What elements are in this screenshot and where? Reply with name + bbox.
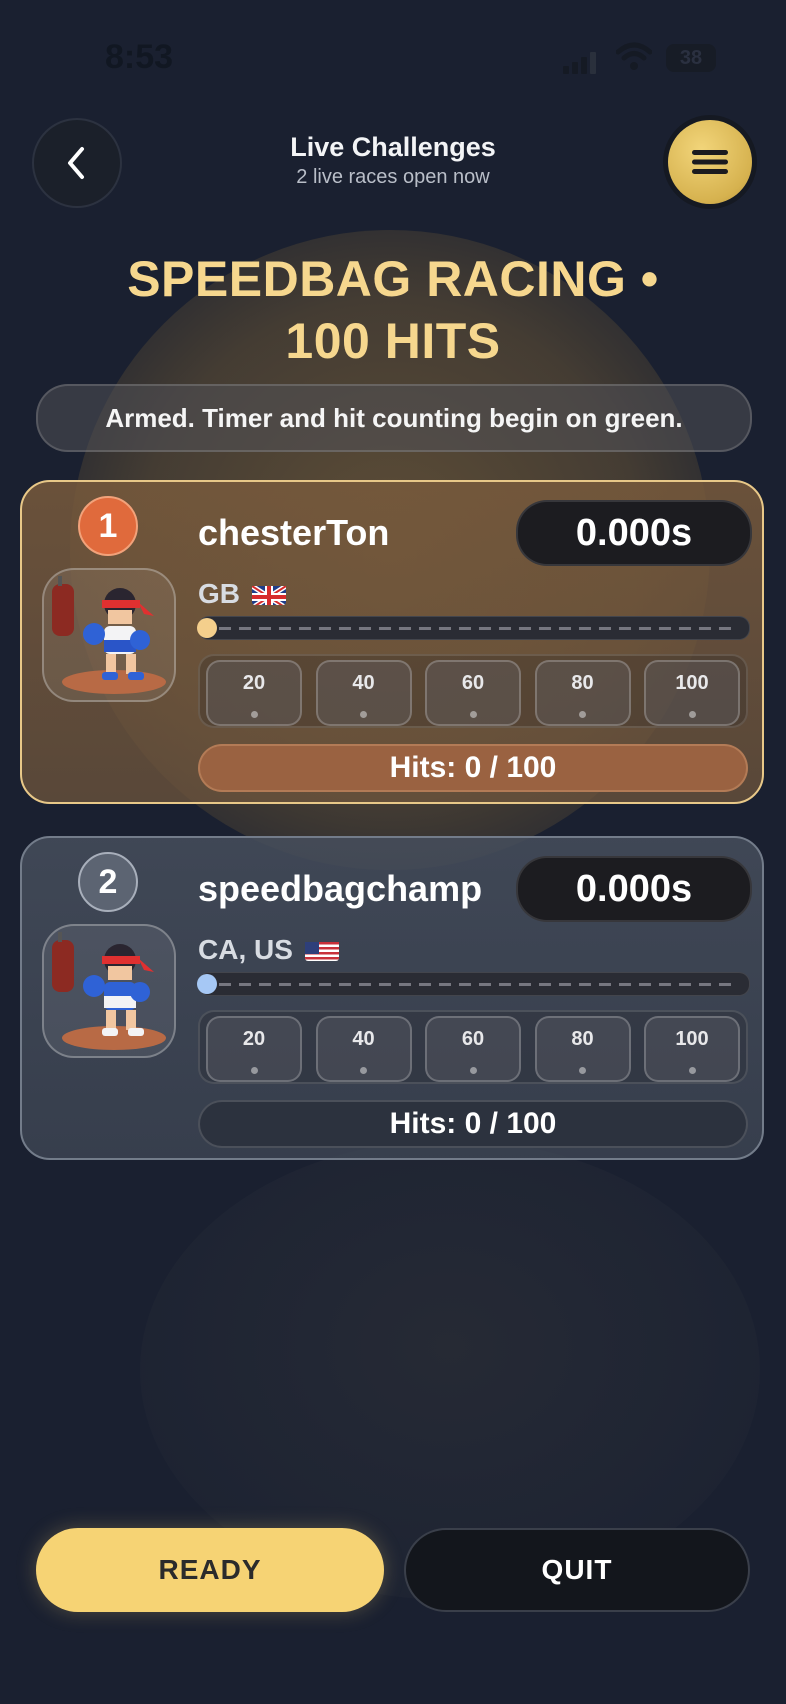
rank-badge: 1 (78, 496, 138, 556)
progress-marker (197, 974, 217, 994)
milestone-dot (360, 711, 367, 718)
quit-button[interactable]: QUIT (404, 1528, 750, 1612)
status-time: 8:53 (105, 38, 174, 76)
milestone-20: 20 (206, 660, 302, 726)
progress-track-dashes (219, 983, 737, 986)
progress-track-dashes (219, 627, 737, 630)
us-flag-icon (304, 939, 339, 961)
milestone-row: 20 40 60 80 100 (198, 654, 748, 728)
battery-icon: 38 (666, 44, 716, 72)
boxer-avatar-icon (52, 932, 166, 1050)
milestone-80: 80 (534, 660, 631, 726)
player-name: chesterTon (198, 512, 390, 553)
avatar (42, 924, 176, 1058)
milestone-dot (469, 711, 477, 718)
milestone-60: 60 (425, 1016, 521, 1082)
menu-button[interactable] (668, 120, 752, 204)
rank-badge: 2 (78, 852, 138, 912)
country-label: CA, US (198, 934, 293, 965)
milestone-dot (250, 711, 258, 718)
milestone-100: 100 (644, 660, 740, 726)
country-label: GB (198, 578, 240, 609)
milestone-dot (579, 1067, 586, 1074)
race-status-message: Armed. Timer and hit counting begin on g… (36, 384, 752, 452)
milestone-60: 60 (425, 660, 521, 726)
hit-counter: Hits: 0 / 100 (198, 744, 748, 792)
milestone-dot (579, 711, 586, 718)
hamburger-icon (692, 150, 728, 174)
milestone-20: 20 (206, 1016, 302, 1082)
milestone-row: 20 40 60 80 100 (198, 1010, 748, 1084)
milestone-40: 40 (315, 660, 412, 726)
signal-icon (563, 52, 596, 74)
milestone-80: 80 (534, 1016, 631, 1082)
race-timer: 0.000s (516, 856, 752, 922)
ready-button[interactable]: READY (36, 1528, 384, 1612)
hit-counter: Hits: 0 / 100 (198, 1100, 748, 1148)
player-country: CA, US (198, 934, 339, 966)
boxer-avatar-icon (52, 576, 166, 694)
status-bar: 8:53 38 (0, 30, 786, 90)
racer-card: 1 chesterTon 0.000s GB 20 40 60 80 100 H… (20, 480, 764, 804)
uk-flag-icon (252, 583, 286, 605)
progress-track (197, 972, 750, 996)
progress-marker (197, 618, 217, 638)
progress-track (197, 616, 750, 640)
milestone-dot (360, 1067, 367, 1074)
player-country: GB (198, 578, 286, 610)
milestone-dot (250, 1067, 258, 1074)
wifi-icon (616, 42, 652, 70)
milestone-dot (688, 711, 696, 718)
player-name: speedbagchamp (198, 868, 483, 909)
racer-card: 2 speedbagchamp 0.000s CA, US 20 40 60 8… (20, 836, 764, 1160)
milestone-dot (688, 1067, 696, 1074)
milestone-dot (469, 1067, 477, 1074)
milestone-100: 100 (644, 1016, 740, 1082)
milestone-40: 40 (315, 1016, 412, 1082)
avatar (42, 568, 176, 702)
race-title: SPEEDBAG RACING • 100 HITS (127, 251, 659, 369)
race-timer: 0.000s (516, 500, 752, 566)
